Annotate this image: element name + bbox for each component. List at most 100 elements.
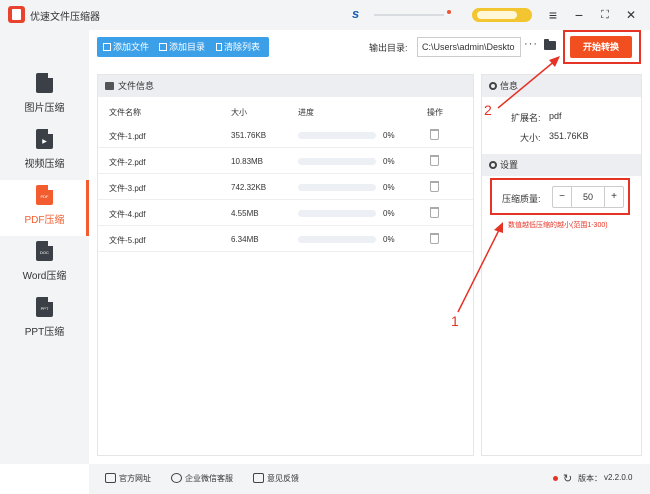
delete-icon[interactable]	[430, 181, 439, 192]
file-name: 文件-4.pdf	[109, 210, 146, 219]
sidebar-item-label: 图片压缩	[24, 103, 65, 114]
add-file-button[interactable]: 添加文件	[103, 37, 149, 57]
menu-icon[interactable]: ≡	[543, 5, 563, 25]
delete-icon[interactable]	[430, 207, 439, 218]
progress-text: 0%	[383, 131, 395, 140]
more-options-button[interactable]: ···	[524, 38, 538, 50]
image-icon	[105, 82, 114, 90]
quality-stepper[interactable]: − 50 +	[552, 186, 624, 208]
promo-logo: s	[352, 6, 360, 21]
file-name: 文件-3.pdf	[109, 184, 146, 193]
table-row[interactable]: 文件-2.pdf 10.83MB 0%	[98, 148, 473, 174]
sidebar-item-label: PDF压缩	[24, 215, 65, 226]
promo-text-placeholder	[374, 14, 444, 16]
quality-input[interactable]: 50	[571, 187, 605, 207]
doc-file-icon: DOC	[36, 241, 53, 261]
delete-icon[interactable]	[430, 155, 439, 166]
delete-icon[interactable]	[430, 129, 439, 140]
sidebar-item-video[interactable]: ▶ 视频压缩	[0, 124, 89, 180]
file-icon	[103, 43, 111, 51]
column-header-name: 文件名称	[109, 108, 141, 117]
file-size: 6.34MB	[231, 235, 259, 244]
file-size: 10.83MB	[231, 157, 264, 166]
column-header-progress: 进度	[298, 108, 314, 117]
quality-highlight: 压缩质量: − 50 +	[490, 178, 630, 215]
file-name: 文件-2.pdf	[109, 158, 146, 167]
file-size: 742.32KB	[231, 183, 267, 192]
table-row[interactable]: 文件-3.pdf 742.32KB 0%	[98, 174, 473, 200]
file-panel-title: 文件信息	[118, 81, 155, 91]
info-panel-header: 信息	[482, 75, 641, 97]
folder-icon[interactable]	[544, 39, 556, 50]
table-row[interactable]: 文件-1.pdf 351.76KB 0%	[98, 122, 473, 148]
add-folder-button[interactable]: 添加目录	[159, 37, 205, 57]
feedback-icon	[253, 473, 264, 483]
file-size: 4.55MB	[231, 209, 259, 218]
table-row[interactable]: 文件-5.pdf 6.34MB 0%	[98, 226, 473, 252]
progress-text: 0%	[383, 235, 395, 244]
promo-dot-icon	[447, 10, 451, 14]
decrement-button[interactable]: −	[553, 187, 571, 207]
delete-icon[interactable]	[430, 233, 439, 244]
sidebar: 图片压缩 ▶ 视频压缩 PDF PDF压缩 DOC Word压缩 PPT PPT…	[0, 30, 89, 464]
file-name: 文件-1.pdf	[109, 132, 146, 141]
arrow-head-2	[549, 56, 560, 67]
output-dir-label: 输出目录:	[369, 43, 408, 53]
progress-text: 0%	[383, 209, 395, 218]
file-name: 文件-5.pdf	[109, 236, 146, 245]
settings-title: 设置	[500, 160, 519, 170]
progress-bar	[298, 210, 376, 217]
close-button[interactable]: ✕	[621, 5, 641, 25]
output-dir-field[interactable]: C:\Users\admin\Deskto	[417, 37, 521, 57]
wechat-support-link[interactable]: 企业微信客服	[171, 473, 233, 484]
folder-outline-icon	[159, 43, 167, 51]
sidebar-item-label: PPT压缩	[24, 327, 65, 338]
minimize-button[interactable]: −	[569, 5, 589, 25]
sidebar-item-pdf[interactable]: PDF PDF压缩	[0, 180, 89, 236]
website-link[interactable]: 官方网址	[105, 473, 151, 484]
monitor-icon	[105, 473, 116, 483]
feedback-link[interactable]: 意见反馈	[253, 473, 299, 484]
progress-bar	[298, 236, 376, 243]
quality-hint: 数值越低压缩的越小(范围1-300)	[508, 222, 608, 229]
progress-text: 0%	[383, 157, 395, 166]
settings-panel-header: 设置	[482, 154, 641, 176]
version-label: 版本：	[578, 474, 602, 483]
progress-text: 0%	[383, 183, 395, 192]
progress-bar	[298, 184, 376, 191]
annotation-step-1: 1	[451, 313, 459, 329]
sidebar-item-ppt[interactable]: PPT PPT压缩	[0, 292, 89, 348]
trash-icon	[216, 43, 222, 51]
footer: 官方网址 企业微信客服 意见反馈 ↻ 版本： v2.2.0.0	[89, 464, 650, 494]
quality-label: 压缩质量:	[502, 194, 541, 204]
column-header-action: 操作	[427, 108, 443, 117]
sidebar-item-word[interactable]: DOC Word压缩	[0, 236, 89, 292]
start-button-highlight: 开始转换	[563, 30, 641, 64]
size-value: 351.76KB	[549, 131, 589, 141]
extension-label: 扩展名:	[511, 113, 541, 123]
size-label: 大小:	[520, 133, 541, 143]
promo-banner[interactable]: s	[352, 6, 532, 22]
ppt-file-icon: PPT	[36, 297, 53, 317]
column-header-size: 大小	[231, 108, 247, 117]
toolbar: 添加文件 添加目录 清除列表	[97, 37, 269, 57]
pdf-file-icon: PDF	[36, 185, 53, 205]
chat-icon	[171, 473, 182, 483]
start-convert-button[interactable]: 开始转换	[570, 36, 632, 58]
app-title: 优速文件压缩器	[30, 12, 100, 23]
maximize-button[interactable]: ⛶	[595, 5, 615, 25]
file-size: 351.76KB	[231, 131, 267, 140]
refresh-icon[interactable]: ↻	[563, 472, 572, 485]
increment-button[interactable]: +	[605, 187, 623, 207]
title-bar: 优速文件压缩器 s ≡ − ⛶ ✕	[0, 0, 650, 30]
clear-list-button[interactable]: 清除列表	[216, 37, 260, 57]
progress-bar	[298, 158, 376, 165]
video-file-icon: ▶	[36, 129, 53, 149]
promo-pill-button[interactable]	[472, 8, 532, 22]
file-panel-header: 文件信息	[98, 75, 473, 97]
sidebar-item-image[interactable]: 图片压缩	[0, 68, 89, 124]
info-panel: 信息 扩展名: pdf 大小: 351.76KB 设置 压缩质量: − 50 +…	[481, 74, 642, 456]
table-row[interactable]: 文件-4.pdf 4.55MB 0%	[98, 200, 473, 226]
annotation-step-2: 2	[484, 102, 492, 118]
gear-icon	[489, 82, 497, 90]
